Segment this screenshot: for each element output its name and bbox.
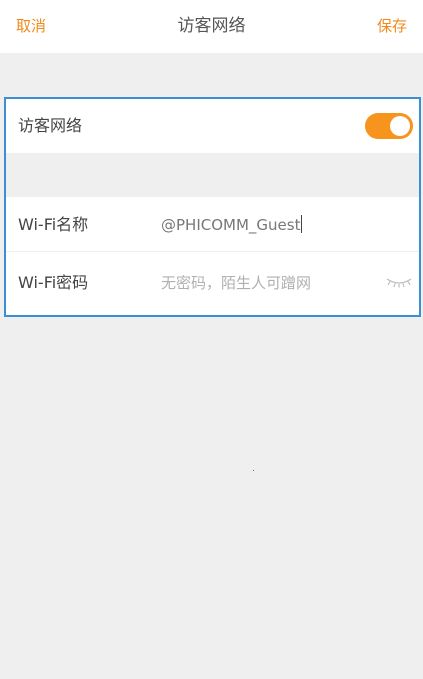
wifi-name-field[interactable]: @PHICOMM_Guest <box>161 214 303 236</box>
guest-network-row: 访客网络 <box>6 99 419 153</box>
wifi-password-label: Wi-Fi密码 <box>18 273 89 292</box>
stray-dot <box>253 470 254 471</box>
save-button[interactable]: 保存 <box>377 16 407 36</box>
eye-closed-icon[interactable] <box>385 274 413 290</box>
text-cursor <box>301 215 303 233</box>
page-title: 访客网络 <box>177 16 246 36</box>
guest-network-toggle[interactable] <box>365 113 413 139</box>
guest-network-settings: 访客网络 Wi-Fi名称 @PHICOMM_Guest Wi-Fi密码 <box>4 97 421 317</box>
wifi-name-label: Wi-Fi名称 <box>18 215 89 234</box>
guest-network-label: 访客网络 <box>18 116 83 135</box>
wifi-name-row[interactable]: Wi-Fi名称 @PHICOMM_Guest <box>6 197 419 251</box>
wifi-password-row: Wi-Fi密码 <box>6 252 419 315</box>
wifi-password-input[interactable] <box>161 272 371 294</box>
toggle-knob <box>390 116 410 136</box>
wifi-name-value: @PHICOMM_Guest <box>161 216 301 234</box>
nav-bar: 取消 访客网络 保存 <box>0 0 423 53</box>
